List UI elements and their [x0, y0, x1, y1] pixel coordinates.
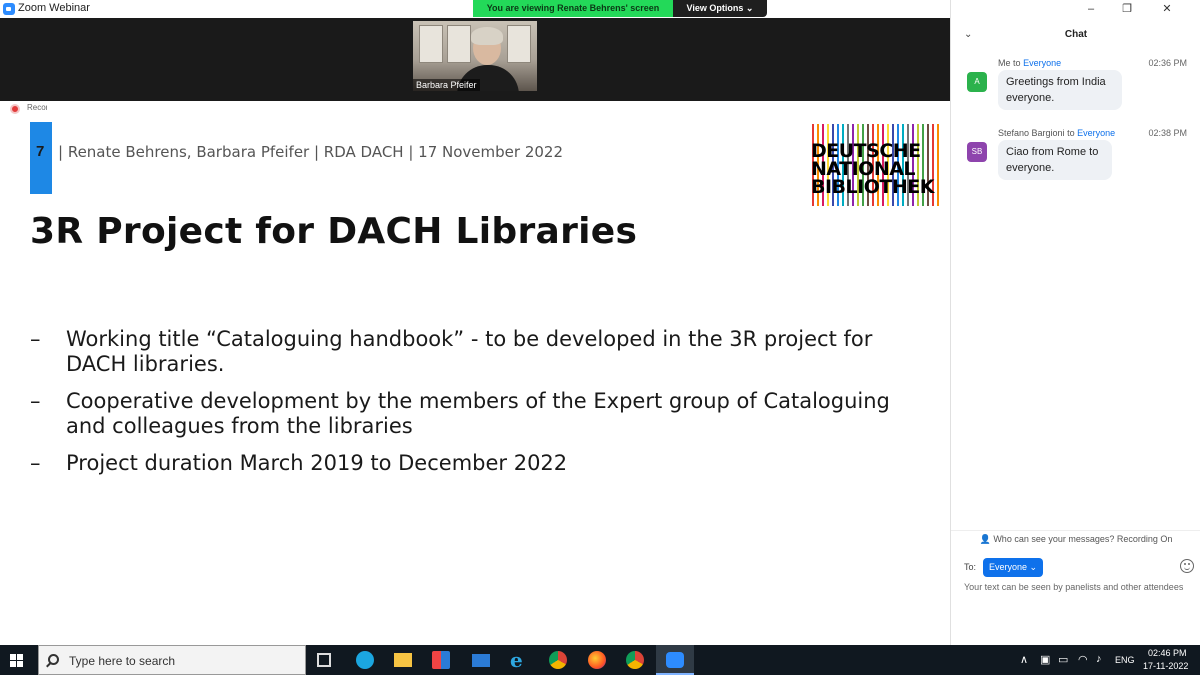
participant-video[interactable]: Barbara Pfeifer	[413, 21, 537, 91]
message-time: 02:36 PM	[1148, 58, 1187, 68]
slide-title: 3R Project for DACH Libraries	[30, 211, 638, 252]
message-text: Ciao from Rome to everyone.	[998, 140, 1112, 180]
view-options-button[interactable]: View Options ⌄	[673, 0, 767, 17]
zoom-logo-icon	[3, 3, 15, 15]
mail-icon[interactable]	[472, 654, 490, 667]
chat-visibility-notice[interactable]: 👤 Who can see your messages? Recording O…	[951, 530, 1200, 546]
clock-time[interactable]: 02:46 PM	[1148, 648, 1187, 658]
task-view-icon[interactable]	[317, 653, 331, 667]
windows-start-icon[interactable]	[10, 654, 23, 667]
chat-input[interactable]: Your text can be seen by panelists and o…	[964, 581, 1189, 594]
slide-number: 7	[36, 143, 45, 160]
record-icon	[10, 104, 20, 114]
windows-taskbar: Type here to search e ∧ ▣ ▭ ◠ ♪ ENG 02:4…	[0, 645, 1200, 675]
shared-slide: 7 | Renate Behrens, Barbara Pfeifer | RD…	[0, 101, 950, 635]
participant-name: Barbara Pfeifer	[413, 79, 480, 91]
window-controls: – ❐ ✕	[1080, 0, 1200, 18]
device-icon[interactable]: ▣	[1040, 653, 1050, 666]
clock-date[interactable]: 17-11-2022	[1143, 661, 1188, 671]
slide-header: | Renate Behrens, Barbara Pfeifer | RDA …	[58, 143, 563, 161]
background-window	[507, 25, 531, 63]
to-label: To:	[964, 562, 977, 572]
file-explorer-icon[interactable]	[394, 653, 412, 667]
message-to-word: to	[1013, 58, 1021, 68]
logo-line-3: BIBLIOTHEK	[811, 176, 934, 198]
chrome-icon[interactable]	[626, 651, 644, 669]
bullet-dash: –	[30, 451, 41, 475]
bullet-item: – Project duration March 2019 to Decembe…	[30, 451, 930, 476]
language-indicator[interactable]: ENG	[1115, 655, 1135, 665]
volume-icon[interactable]: ♪	[1096, 653, 1102, 665]
restore-icon[interactable]: ❐	[1120, 2, 1134, 16]
dnb-logo: DEUTSCHE NATIONAL BIBLIOTHEK	[811, 124, 939, 206]
bullet-text: Project duration March 2019 to December …	[66, 451, 568, 475]
close-icon[interactable]: ✕	[1160, 2, 1174, 16]
avatar: A	[967, 72, 987, 92]
zoom-icon	[666, 652, 684, 668]
avatar: SB	[967, 142, 987, 162]
chat-title: Chat	[1064, 29, 1088, 40]
bullet-item: – Working title “Cataloguing handbook” -…	[30, 327, 930, 377]
minimize-icon[interactable]: –	[1084, 2, 1098, 16]
message-meta: Me to Everyone	[998, 58, 1061, 68]
zoom-taskbar-active[interactable]	[656, 645, 694, 675]
recording-indicator[interactable]: Recording	[8, 103, 54, 115]
message-sender: Stefano Bargioni	[998, 128, 1065, 138]
background-window	[419, 25, 443, 63]
taskbar-search[interactable]: Type here to search	[38, 645, 306, 675]
chevron-down-icon: ⌄	[1029, 562, 1038, 572]
message-recipient: Everyone	[1077, 128, 1116, 138]
wifi-icon[interactable]: ◠	[1078, 653, 1088, 666]
firefox-icon[interactable]	[588, 651, 606, 669]
people-icon: 👤	[979, 534, 991, 544]
message-meta: Stefano Bargioni to Everyone	[998, 128, 1115, 138]
store-icon[interactable]	[432, 651, 450, 669]
search-placeholder: Type here to search	[69, 654, 176, 668]
bullet-item: – Cooperative development by the members…	[30, 389, 930, 439]
message-sender: Me	[998, 58, 1011, 68]
bullet-text: Working title “Cataloguing handbook” - t…	[66, 327, 873, 376]
chat-header: ⌄ Chat	[951, 29, 1200, 43]
app-title: Zoom Webinar	[18, 2, 90, 14]
recipient-select[interactable]: Everyone ⌄	[983, 558, 1044, 577]
title-bar: Zoom Webinar You are viewing Renate Behr…	[0, 0, 950, 18]
message-recipient: Everyone	[1023, 58, 1062, 68]
edge-icon[interactable]	[356, 651, 374, 669]
message-time: 02:38 PM	[1148, 128, 1187, 138]
message-to-word: to	[1067, 128, 1075, 138]
chat-panel: – ❐ ✕ ⌄ Chat Me to Everyone 02:36 PM A G…	[950, 0, 1200, 645]
video-strip: Barbara Pfeifer	[0, 18, 950, 101]
participant-hair	[471, 27, 503, 45]
logo-stripe	[937, 124, 939, 206]
screen-share-banner: You are viewing Renate Behrens' screen	[473, 0, 673, 17]
recording-label: Recording	[27, 103, 47, 112]
recipient-value: Everyone	[989, 562, 1028, 572]
background-window	[447, 25, 471, 63]
notice-text: Who can see your messages? Recording On	[993, 534, 1173, 544]
bullet-dash: –	[30, 389, 41, 413]
emoji-icon[interactable]	[1180, 559, 1194, 573]
message-text: Greetings from India everyone.	[998, 70, 1122, 110]
bullet-list: – Working title “Cataloguing handbook” -…	[30, 327, 930, 488]
recipient-row: To: Everyone ⌄	[964, 558, 1194, 578]
bullet-dash: –	[30, 327, 41, 351]
internet-explorer-icon[interactable]: e	[510, 650, 528, 670]
view-options-label: View Options	[686, 3, 744, 13]
battery-icon[interactable]: ▭	[1058, 653, 1068, 666]
search-icon	[48, 654, 59, 665]
chrome-icon[interactable]	[549, 651, 567, 669]
bullet-text: Cooperative development by the members o…	[66, 389, 890, 438]
chevron-up-icon[interactable]: ∧	[1020, 653, 1028, 666]
chevron-down-icon: ⌄	[745, 3, 754, 13]
